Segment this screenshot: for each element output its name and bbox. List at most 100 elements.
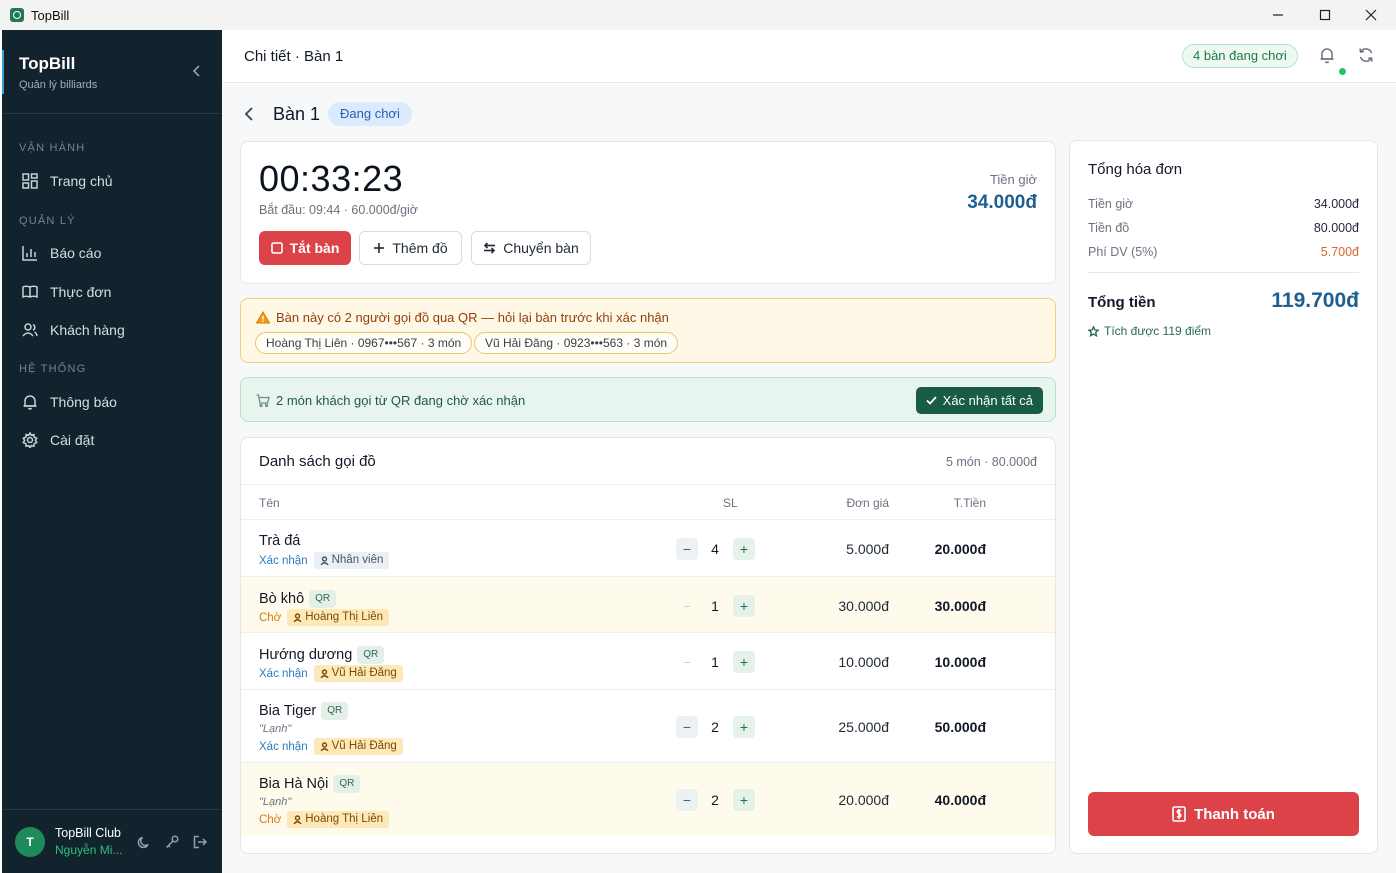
close-window-button[interactable] [1348, 0, 1394, 30]
order-table-header: Tên SL Đơn giá T.Tiền [241, 484, 1055, 520]
loyalty-points-text: Tích được 119 điểm [1104, 324, 1212, 338]
increase-qty-button[interactable]: + [733, 651, 755, 673]
close-table-button[interactable]: Tắt bàn [259, 231, 351, 265]
table-row: Bia Hà Nội QR "Lạnh" Chờ Hoàng Thị Liên −… [241, 763, 1055, 836]
warning-text: Bàn này có 2 người gọi đồ qua QR — hỏi l… [276, 310, 669, 325]
move-table-label: Chuyển bàn [503, 240, 579, 256]
item-name-wrap: Bò khô QR [259, 590, 337, 608]
user-panel: T TopBill Club Nguyễn Mi... [2, 809, 222, 873]
grand-total-label: Tổng tiền [1088, 294, 1156, 311]
moon-icon[interactable] [137, 835, 151, 849]
increase-qty-button[interactable]: + [733, 789, 755, 811]
item-qty: 4 [711, 541, 719, 557]
order-list-title: Danh sách gọi đồ [259, 453, 376, 470]
qr-pending-message: 2 món khách gọi từ QR đang chờ xác nhận [256, 393, 525, 408]
club-name: TopBill Club [55, 826, 122, 840]
maximize-button[interactable] [1302, 0, 1348, 30]
item-status: Xác nhận [259, 667, 308, 680]
increase-qty-button[interactable]: + [733, 595, 755, 617]
order-summary: 5 món · 80.000đ [945, 455, 1037, 469]
users-icon [22, 323, 38, 337]
item-note: "Lạnh" [259, 723, 292, 735]
app-logo-icon [10, 8, 24, 22]
brand-accent-bar [2, 50, 4, 94]
item-note: "Lạnh" [259, 796, 292, 808]
table-row: Bia Tiger QR "Lạnh" Xác nhận Vũ Hải Đăng … [241, 690, 1055, 763]
sidebar-item-home[interactable]: Trang chủ [2, 166, 222, 196]
avatar[interactable]: T [15, 826, 45, 857]
guest-chip: Vũ Hải Đăng · 0923•••563 · 3 món [474, 332, 679, 354]
column-header-total: T.Tiền [953, 496, 986, 510]
stop-icon [270, 242, 283, 254]
chevron-left-icon [192, 65, 200, 77]
person-icon [320, 556, 329, 565]
timer-card: 00:33:23 Bắt đầu: 09:44 · 60.000đ/giờ Ti… [240, 141, 1056, 284]
qr-badge: QR [333, 775, 361, 793]
item-name: Hướng dương [259, 647, 353, 663]
decrease-qty-button[interactable]: − [676, 716, 698, 738]
column-header-price: Đơn giá [846, 496, 889, 510]
back-button[interactable] [244, 106, 254, 127]
decrease-qty-button[interactable]: − [676, 538, 698, 560]
maximize-icon [1319, 9, 1331, 21]
increase-qty-button[interactable]: + [733, 538, 755, 560]
bar-chart-icon [22, 246, 37, 261]
logout-icon[interactable] [193, 835, 207, 849]
refresh-button[interactable] [1358, 47, 1374, 68]
person-icon [320, 742, 329, 751]
hourly-fee-value: 34.000đ [967, 192, 1037, 213]
pay-button[interactable]: Thanh toán [1088, 792, 1359, 836]
table-row: Hướng dương QR Xác nhận Vũ Hải Đăng − 1 +… [241, 633, 1055, 690]
chevron-left-icon [244, 107, 253, 121]
online-status-dot [1339, 68, 1346, 75]
guest-chip: Hoàng Thị Liên · 0967•••567 · 3 món [255, 332, 473, 354]
bill-title: Tổng hóa đơn [1088, 161, 1183, 178]
minimize-icon [1273, 14, 1283, 16]
bill-line-items: Tiền đồ 80.000đ [1088, 221, 1359, 235]
orderer-tag: Nhân viên [313, 552, 390, 569]
sidebar-item-label: Trang chủ [50, 173, 113, 189]
warning-icon [256, 311, 270, 324]
item-total: 50.000đ [934, 719, 986, 735]
play-timer: 00:33:23 [259, 158, 404, 199]
sidebar-item-notifications[interactable]: Thông báo [2, 387, 222, 417]
item-name-wrap: Hướng dương QR [259, 646, 385, 664]
move-table-button[interactable]: Chuyển bàn [471, 231, 591, 265]
sidebar-item-customers[interactable]: Khách hàng [2, 315, 222, 345]
main-content: Bàn 1 Đang chơi 00:33:23 Bắt đầu: 09:44 … [222, 84, 1396, 873]
minimize-button[interactable] [1255, 0, 1301, 30]
grid-icon [22, 173, 38, 189]
notifications-button[interactable] [1319, 47, 1335, 69]
sidebar-item-menu[interactable]: Thực đơn [2, 277, 222, 307]
section-label-management: QUẢN LÝ [19, 215, 76, 227]
bill-line-value: 5.700đ [1320, 245, 1359, 259]
key-icon[interactable] [165, 834, 179, 849]
order-list-card: Danh sách gọi đồ 5 món · 80.000đ Tên SL … [240, 437, 1056, 854]
item-qty: 1 [711, 654, 719, 670]
add-item-button[interactable]: Thêm đồ [359, 231, 462, 265]
active-tables-badge[interactable]: 4 bàn đang chơi [1182, 44, 1298, 68]
person-icon [293, 815, 302, 824]
qr-pending-text: 2 món khách gọi từ QR đang chờ xác nhận [276, 393, 526, 408]
item-status: Chờ [259, 611, 282, 624]
receipt-icon [1172, 806, 1186, 822]
close-icon [1365, 9, 1377, 21]
sidebar-item-settings[interactable]: Cài đặt [2, 425, 222, 455]
collapse-sidebar-button[interactable] [192, 64, 202, 82]
user-info: TopBill Club Nguyễn Mi... [55, 826, 129, 857]
hourly-fee-label: Tiền giờ [989, 172, 1037, 187]
sidebar-item-reports[interactable]: Báo cáo [2, 238, 222, 268]
item-total: 10.000đ [934, 654, 986, 670]
decrease-qty-button[interactable]: − [676, 595, 698, 617]
swap-icon [484, 242, 496, 254]
item-total: 30.000đ [934, 598, 986, 614]
increase-qty-button[interactable]: + [733, 716, 755, 738]
decrease-qty-button[interactable]: − [676, 651, 698, 673]
confirm-all-button[interactable]: Xác nhận tất cả [915, 387, 1043, 414]
item-name: Bia Tiger [259, 703, 317, 719]
user-actions [137, 834, 207, 849]
section-label-system: HỆ THỐNG [19, 363, 87, 375]
bill-line-value: 80.000đ [1313, 221, 1359, 235]
decrease-qty-button[interactable]: − [676, 789, 698, 811]
sidebar-brand: TopBill Quản lý billiards [2, 30, 222, 114]
